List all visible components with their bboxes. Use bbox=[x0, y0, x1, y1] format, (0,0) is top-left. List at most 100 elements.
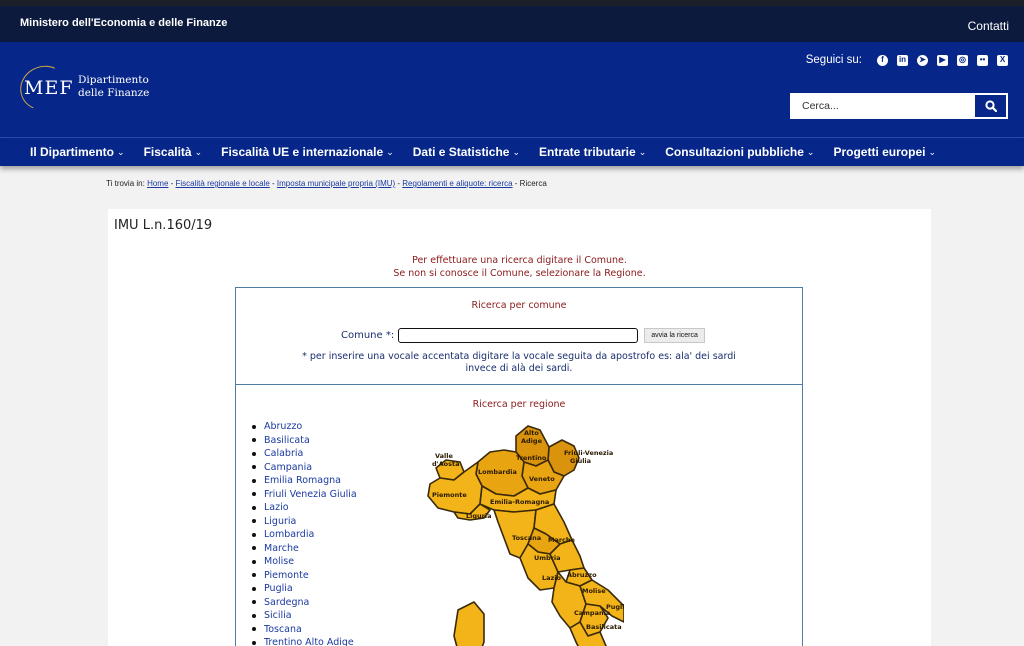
breadcrumb-sep: - bbox=[168, 179, 176, 188]
map-label-molise: Molise bbox=[582, 587, 606, 595]
nav-fiscalita-ue[interactable]: Fiscalità UE e internazionale ⌄ bbox=[221, 145, 394, 159]
italy-region-map[interactable]: Alto Adige Trentino Friuli-Venezia Giuli… bbox=[424, 422, 624, 646]
region-item-basilicata[interactable]: Basilicata bbox=[252, 434, 357, 448]
search-input[interactable] bbox=[790, 93, 973, 119]
bullet-icon bbox=[252, 573, 256, 578]
flickr-icon[interactable]: •• bbox=[977, 54, 988, 66]
bullet-icon bbox=[252, 519, 256, 524]
comune-label: Comune *: bbox=[341, 330, 395, 341]
region-item-liguria[interactable]: Liguria bbox=[252, 515, 357, 529]
logo-text: MEF bbox=[24, 77, 74, 99]
comune-input[interactable] bbox=[398, 328, 639, 343]
region-item-campania[interactable]: Campania bbox=[252, 461, 357, 475]
region-item-lazio[interactable]: Lazio bbox=[252, 501, 357, 515]
youtube-icon[interactable]: ▶ bbox=[937, 54, 948, 66]
bullet-icon bbox=[252, 465, 256, 470]
instagram-icon[interactable]: ◎ bbox=[957, 54, 968, 66]
nav-label: Fiscalità UE e internazionale bbox=[221, 145, 384, 159]
x-icon[interactable]: X bbox=[997, 54, 1008, 66]
contatti-link[interactable]: Contatti bbox=[968, 19, 1009, 33]
breadcrumb-sep: - bbox=[512, 179, 520, 188]
bullet-icon bbox=[252, 613, 256, 618]
telegram-icon[interactable]: ➤ bbox=[917, 54, 928, 66]
bullet-icon bbox=[252, 438, 256, 443]
map-label-friuli: Friuli-Venezia bbox=[564, 449, 613, 457]
region-item-emilia-romagna[interactable]: Emilia Romagna bbox=[252, 474, 357, 488]
region-label: Abruzzo bbox=[264, 421, 303, 432]
chevron-down-icon: ⌄ bbox=[386, 146, 394, 157]
region-item-sicilia[interactable]: Sicilia bbox=[252, 609, 357, 623]
region-label: Sardegna bbox=[264, 596, 310, 608]
accent-note: * per inserire una vocale accentata digi… bbox=[276, 351, 762, 375]
map-region-sardegna[interactable] bbox=[453, 601, 485, 646]
bullet-icon bbox=[252, 600, 256, 605]
note-line-2: invece di alà dei sardi. bbox=[465, 363, 573, 374]
region-item-friuli[interactable]: Friuli Venezia Giulia bbox=[252, 488, 357, 502]
map-label-campania: Campania bbox=[574, 609, 610, 617]
nav-label: Progetti europei bbox=[833, 145, 926, 159]
nav-progetti-europei[interactable]: Progetti europei ⌄ bbox=[833, 145, 936, 159]
map-label-alto: Alto bbox=[524, 429, 539, 437]
ministry-link[interactable]: Ministero dell'Economia e delle Finanze bbox=[20, 17, 227, 29]
breadcrumb-imu[interactable]: Imposta municipale propria (IMU) bbox=[277, 179, 395, 188]
region-label: Marche bbox=[264, 542, 299, 554]
mef-logo[interactable]: MEF Dipartimento delle Finanze bbox=[13, 59, 170, 117]
region-item-calabria[interactable]: Calabria bbox=[252, 447, 357, 461]
region-label: Puglia bbox=[264, 583, 293, 594]
region-item-sardegna[interactable]: Sardegna bbox=[252, 596, 357, 610]
region-item-abruzzo[interactable]: Abruzzo bbox=[252, 420, 357, 434]
bullet-icon bbox=[252, 559, 256, 564]
nav-dati-statistiche[interactable]: Dati e Statistiche ⌄ bbox=[413, 145, 520, 159]
map-label-veneto: Veneto bbox=[529, 475, 555, 483]
nav-label: Dati e Statistiche bbox=[412, 145, 510, 159]
nav-label: Consultazioni pubbliche bbox=[665, 145, 804, 159]
breadcrumb-fiscalita-regionale[interactable]: Fiscalità regionale e locale bbox=[176, 179, 270, 188]
breadcrumb-home[interactable]: Home bbox=[147, 179, 168, 188]
region-item-puglia[interactable]: Puglia bbox=[252, 582, 357, 596]
nav-label: Il Dipartimento bbox=[30, 145, 115, 159]
chevron-down-icon: ⌄ bbox=[512, 146, 520, 157]
breadcrumb-sep: - bbox=[269, 179, 277, 188]
site-header: MEF Dipartimento delle Finanze Seguici s… bbox=[0, 42, 1024, 137]
breadcrumb-prefix: Ti trovia in: bbox=[106, 179, 145, 188]
chevron-down-icon: ⌄ bbox=[638, 146, 647, 157]
chevron-down-icon: ⌄ bbox=[194, 146, 203, 157]
region-item-lombardia[interactable]: Lombardia bbox=[252, 528, 357, 542]
region-list: Abruzzo Basilicata Calabria Campania Emi… bbox=[252, 420, 357, 646]
nav-label: Entrate tributarie bbox=[539, 145, 636, 159]
map-label-liguria: Liguria bbox=[466, 512, 491, 520]
map-label-giulia: Giulia bbox=[570, 457, 591, 465]
map-label-marche: Marche bbox=[548, 536, 576, 544]
map-label-piemonte: Piemonte bbox=[432, 491, 467, 499]
region-label: Friuli Venezia Giulia bbox=[264, 488, 357, 500]
social-bar: Seguici su: f in ➤ ▶ ◎ •• X bbox=[806, 54, 1008, 66]
breadcrumb-regolamenti[interactable]: Regolamenti e aliquote: ricerca bbox=[402, 179, 512, 188]
nav-consultazioni[interactable]: Consultazioni pubbliche ⌄ bbox=[665, 145, 814, 159]
linkedin-icon[interactable]: in bbox=[897, 54, 908, 66]
bullet-icon bbox=[252, 478, 256, 483]
map-label-lombardia: Lombardia bbox=[478, 468, 517, 476]
region-item-toscana[interactable]: Toscana bbox=[252, 623, 357, 637]
region-label: Basilicata bbox=[264, 434, 310, 446]
bullet-icon bbox=[252, 532, 256, 537]
region-item-trentino[interactable]: Trentino Alto Adige bbox=[252, 636, 357, 646]
search-icon bbox=[984, 100, 997, 112]
region-item-molise[interactable]: Molise bbox=[252, 555, 357, 569]
region-label: Sicilia bbox=[264, 610, 292, 621]
region-item-marche[interactable]: Marche bbox=[252, 542, 357, 556]
facebook-icon[interactable]: f bbox=[877, 54, 888, 66]
nav-entrate-tributarie[interactable]: Entrate tributarie ⌄ bbox=[539, 145, 646, 159]
bullet-icon bbox=[252, 586, 256, 591]
intro-line-2: Se non si conosce il Comune, selezionare… bbox=[393, 268, 646, 279]
search-button[interactable] bbox=[973, 93, 1008, 119]
region-label: Lombardia bbox=[264, 529, 315, 540]
bullet-icon bbox=[252, 451, 256, 456]
region-item-piemonte[interactable]: Piemonte bbox=[252, 569, 357, 583]
note-line-1: * per inserire una vocale accentata digi… bbox=[302, 351, 736, 362]
map-label-umbria: Umbria bbox=[534, 554, 561, 562]
nav-il-dipartimento[interactable]: Il Dipartimento ⌄ bbox=[30, 145, 125, 159]
top-bar: Ministero dell'Economia e delle Finanze … bbox=[0, 0, 1024, 42]
bullet-icon bbox=[252, 627, 256, 632]
avvia-ricerca-button[interactable]: avvia la ricerca bbox=[644, 328, 705, 343]
nav-fiscalita[interactable]: Fiscalità ⌄ bbox=[144, 145, 203, 159]
